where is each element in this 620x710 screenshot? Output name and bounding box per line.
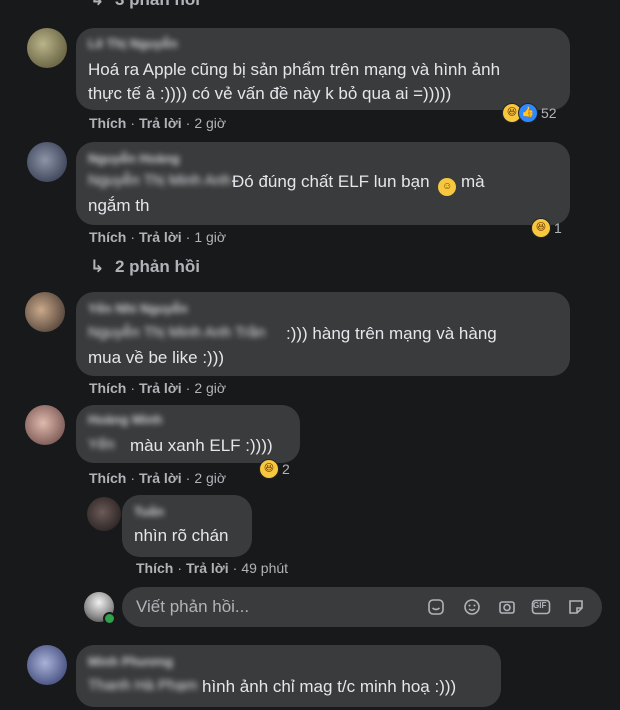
like-link[interactable]: Thích [89, 229, 126, 245]
reply-arrow-icon: ↳ [90, 257, 105, 276]
mention-tag[interactable]: Nguyễn Thị Minh Anh [88, 172, 231, 189]
commenter-name[interactable]: Nguyễn Hoàng [88, 151, 180, 166]
sticker-face-icon[interactable] [426, 597, 446, 617]
haha-reaction-icon: 😆 [531, 218, 551, 238]
smile-emoji-icon: ☺ [438, 178, 457, 196]
mention-tag[interactable]: Yến [88, 436, 115, 453]
comment-text: Đó đúng chất ELF lun bạn [232, 172, 430, 191]
reaction-summary[interactable]: 😆 2 [259, 458, 290, 480]
reaction-count: 1 [554, 220, 562, 236]
comment-actions: Thích · Trả lời · 2 giờ [89, 470, 227, 486]
commenter-name[interactable]: Hoàng Minh [88, 412, 162, 427]
reply-link[interactable]: Trả lời [139, 470, 182, 486]
avatar[interactable] [27, 28, 67, 68]
commenter-name[interactable]: Yến Nhi Nguyễn [88, 301, 188, 316]
comment-text-line: mua về be like :))) [88, 348, 225, 367]
commenter-name[interactable]: Tuấn [134, 504, 164, 519]
comment-text-line: ngắm th [88, 196, 150, 215]
commenter-name[interactable]: Minh Phương [88, 654, 173, 669]
comment-bubble: Nguyễn Hoàng Nguyễn Thị Minh Anh Đó đúng… [76, 142, 570, 225]
online-status-indicator [103, 612, 116, 625]
comment-actions: Thích · Trả lời · 49 phút [136, 560, 289, 576]
reply-arrow-icon: ↳ [90, 0, 104, 9]
comment-text-line: nhìn rõ chán [134, 526, 229, 545]
like-reaction-icon: 👍 [518, 103, 538, 123]
reply-input-placeholder[interactable]: Viết phản hồi... [136, 597, 249, 617]
mention-tag[interactable]: Thanh Hà Phạm [88, 677, 197, 694]
emoji-icon[interactable] [462, 597, 482, 617]
reaction-count: 52 [541, 105, 557, 121]
reply-composer[interactable]: Viết phản hồi... GIF [122, 587, 602, 627]
view-replies-link-top[interactable]: ↳ 3 phản hồi [90, 0, 200, 10]
reaction-summary[interactable]: 😆 1 [531, 217, 562, 239]
comment-text-line: Đó đúng chất ELF lun bạn ☺ mà [232, 170, 485, 196]
reply-link[interactable]: Trả lời [139, 229, 182, 245]
comment-actions: Thích · Trả lời · 2 giờ [89, 115, 227, 131]
like-link[interactable]: Thích [89, 380, 126, 396]
timestamp[interactable]: 49 phút [241, 560, 288, 576]
timestamp[interactable]: 2 giờ [194, 115, 226, 131]
timestamp[interactable]: 2 giờ [194, 380, 226, 396]
commenter-name[interactable]: Lê Thị Nguyễn [88, 36, 178, 51]
avatar[interactable] [25, 405, 65, 445]
comment-text-line: thực tế à :)))) có vẻ vấn đề này k bỏ qu… [88, 84, 452, 103]
comment-actions: Thích · Trả lời · 1 giờ [89, 229, 227, 245]
timestamp[interactable]: 2 giờ [194, 470, 226, 486]
haha-reaction-icon: 😆 [259, 459, 279, 479]
comment-text-line: :))) hàng trên mạng và hàng [286, 324, 497, 343]
reply-link[interactable]: Trả lời [139, 380, 182, 396]
comment-bubble: Yến Nhi Nguyễn Nguyễn Thị Minh Anh Trần … [76, 292, 570, 376]
comment-text-line: hình ảnh chỉ mag t/c minh hoạ :))) [202, 677, 457, 696]
reaction-summary[interactable]: 😆 👍 52 [502, 102, 557, 124]
avatar[interactable] [27, 142, 67, 182]
avatar[interactable] [25, 292, 65, 332]
gif-icon[interactable]: GIF [531, 597, 551, 617]
like-link[interactable]: Thích [89, 470, 126, 486]
reply-link[interactable]: Trả lời [139, 115, 182, 131]
comment-text-line: màu xanh ELF :)))) [130, 436, 273, 455]
comment-bubble: Tuấn nhìn rõ chán [122, 495, 252, 557]
comment-bubble: Hoàng Minh Yến màu xanh ELF :)))) [76, 405, 300, 463]
avatar[interactable] [87, 497, 121, 531]
replies-label: 2 phản hồi [114, 257, 200, 276]
like-link[interactable]: Thích [136, 560, 173, 576]
gif-label: GIF [533, 601, 547, 610]
view-replies-link[interactable]: ↳ 2 phản hồi [90, 257, 200, 277]
comment-bubble: Minh Phương Thanh Hà Phạm hình ảnh chỉ m… [76, 645, 501, 707]
comment-actions: Thích · Trả lời · 2 giờ [89, 380, 227, 396]
reaction-count: 2 [282, 461, 290, 477]
comment-bubble: Lê Thị Nguyễn Hoá ra Apple cũng bị sản p… [76, 28, 570, 110]
mention-tag[interactable]: Nguyễn Thị Minh Anh Trần [88, 324, 265, 341]
replies-label: 3 phản hồi [115, 0, 200, 9]
reply-link[interactable]: Trả lời [186, 560, 229, 576]
avatar[interactable] [27, 645, 67, 685]
sticker-icon[interactable] [566, 597, 586, 617]
like-link[interactable]: Thích [89, 115, 126, 131]
comment-text: mà [461, 172, 485, 191]
timestamp[interactable]: 1 giờ [194, 229, 226, 245]
camera-icon[interactable] [497, 597, 517, 617]
comment-text-line: Hoá ra Apple cũng bị sản phẩm trên mạng … [88, 60, 501, 79]
